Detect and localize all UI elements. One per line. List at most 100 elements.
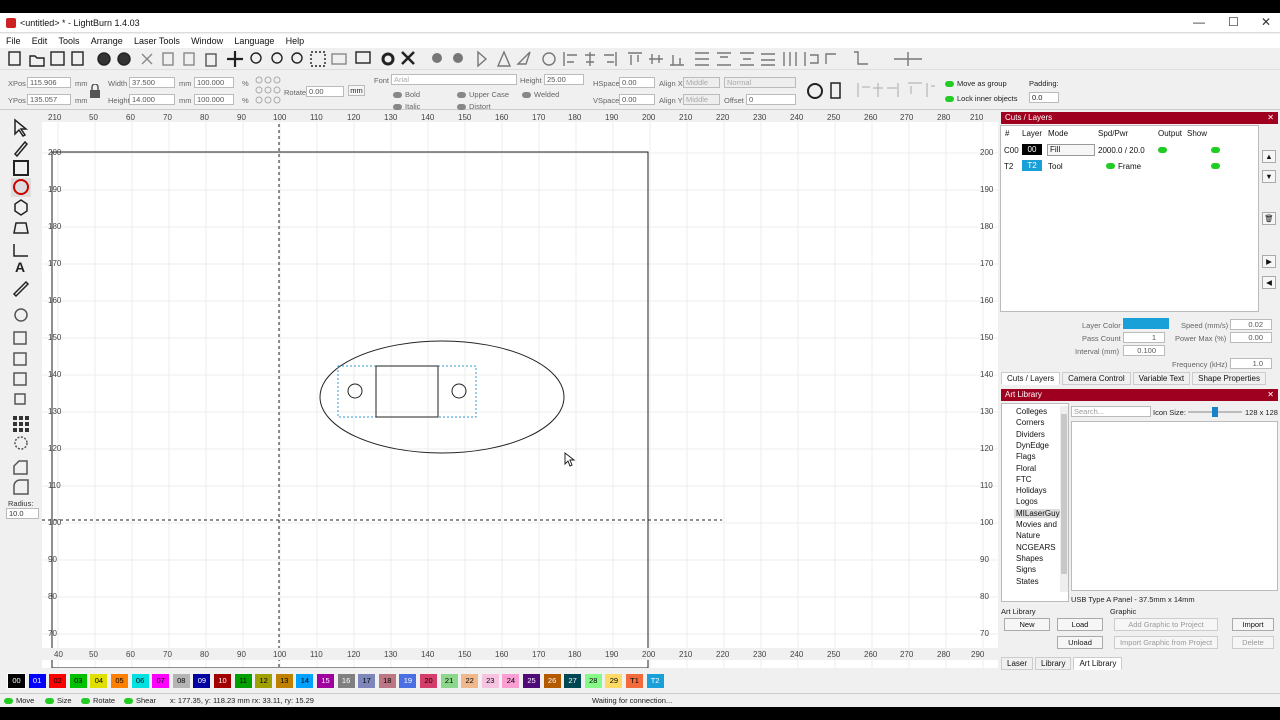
layer-color-swatch[interactable] bbox=[1123, 318, 1169, 329]
palette-swatch-14[interactable]: 14 bbox=[296, 674, 314, 688]
maximize-button[interactable]: ☐ bbox=[1228, 15, 1239, 29]
palette-swatch-03[interactable]: 03 bbox=[69, 674, 87, 688]
show-toggle[interactable] bbox=[1211, 163, 1220, 169]
menu-arrange[interactable]: Arrange bbox=[91, 34, 123, 46]
rotate-field[interactable]: 0.00 bbox=[306, 86, 344, 97]
tab-camera-control[interactable]: Camera Control bbox=[1062, 372, 1131, 385]
art-library-item[interactable]: FTC bbox=[1016, 475, 1032, 484]
height-field[interactable]: 14.000 bbox=[129, 94, 175, 105]
font-select[interactable]: Arial bbox=[391, 74, 517, 85]
art-preview-area[interactable] bbox=[1071, 421, 1278, 591]
art-library-item[interactable]: Holidays bbox=[1016, 486, 1047, 495]
align-x-select[interactable]: Middle bbox=[683, 77, 720, 88]
lock-inner-checkbox[interactable]: Lock inner objects bbox=[945, 94, 1017, 103]
palette-swatch-05[interactable]: 05 bbox=[111, 674, 128, 688]
power-max-field[interactable]: 0.00 bbox=[1230, 332, 1272, 343]
palette-swatch-08[interactable]: 08 bbox=[172, 674, 190, 688]
align-y-select[interactable]: Middle bbox=[683, 94, 720, 105]
frequency-field[interactable]: 1.0 bbox=[1230, 358, 1272, 369]
move-checkbox[interactable]: Move bbox=[4, 696, 34, 705]
palette-swatch-12[interactable]: 12 bbox=[255, 674, 273, 688]
interval-field[interactable]: 0.100 bbox=[1123, 345, 1165, 356]
art-library-item[interactable]: Signs bbox=[1016, 565, 1036, 574]
polygon-tool-icon[interactable] bbox=[14, 199, 28, 216]
tab-art-library[interactable]: Art Library bbox=[1073, 657, 1123, 670]
menu-edit[interactable]: Edit bbox=[32, 34, 48, 46]
palette-swatch-t1[interactable]: T1 bbox=[626, 674, 643, 688]
menu-file[interactable]: File bbox=[6, 34, 21, 46]
rectangle-tool-icon[interactable] bbox=[13, 160, 29, 176]
distort-checkbox[interactable]: Distort bbox=[457, 102, 491, 111]
palette-swatch-01[interactable]: 01 bbox=[28, 674, 46, 688]
weld-icon[interactable] bbox=[14, 393, 26, 405]
text-mode-select[interactable]: Normal bbox=[724, 77, 796, 88]
import-from-project-button[interactable]: Import Graphic from Project bbox=[1114, 636, 1218, 649]
load-library-button[interactable]: Load bbox=[1057, 618, 1103, 631]
new-library-button[interactable]: New bbox=[1004, 618, 1050, 631]
tab-shape-properties[interactable]: Shape Properties bbox=[1192, 372, 1266, 385]
delete-graphic-button[interactable]: Delete bbox=[1232, 636, 1274, 649]
art-library-item[interactable]: MILaserGuy bbox=[1014, 508, 1062, 518]
radius-field[interactable]: 10.0 bbox=[6, 508, 39, 519]
layer-row-t2[interactable]: T2 T2 Tool Frame bbox=[1001, 159, 1258, 173]
width-field[interactable]: 37.500 bbox=[129, 77, 175, 88]
palette-swatch-21[interactable]: 21 bbox=[440, 674, 458, 688]
boolean-intersect-icon[interactable] bbox=[13, 372, 27, 386]
tab-laser[interactable]: Laser bbox=[1001, 657, 1034, 670]
art-library-item[interactable]: Flags bbox=[1016, 452, 1036, 461]
layer-row-c00[interactable]: C00 00 Fill 2000.0 / 20.0 bbox=[1001, 143, 1258, 157]
menu-window[interactable]: Window bbox=[191, 34, 223, 46]
height-percent-field[interactable]: 100.000 bbox=[194, 94, 234, 105]
palette-swatch-11[interactable]: 11 bbox=[234, 674, 252, 688]
art-library-item[interactable]: Logos bbox=[1016, 497, 1038, 506]
palette-swatch-t2[interactable]: T2 bbox=[646, 674, 664, 688]
art-library-item[interactable]: DynEdge bbox=[1016, 441, 1049, 450]
palette-swatch-13[interactable]: 13 bbox=[275, 674, 293, 688]
art-library-item[interactable]: Floral bbox=[1016, 464, 1036, 473]
bold-checkbox[interactable]: Bold bbox=[393, 90, 420, 99]
art-library-item[interactable]: Movies and bbox=[1016, 520, 1057, 529]
art-list-scrollbar[interactable] bbox=[1060, 406, 1068, 592]
art-panel-close-icon[interactable]: ✕ bbox=[1267, 389, 1274, 401]
palette-swatch-15[interactable]: 15 bbox=[317, 674, 334, 688]
italic-checkbox[interactable]: Italic bbox=[393, 102, 420, 111]
palette-swatch-07[interactable]: 07 bbox=[152, 674, 170, 688]
canvas-svg[interactable] bbox=[42, 112, 998, 668]
palette-swatch-28[interactable]: 28 bbox=[584, 674, 602, 688]
palette-swatch-20[interactable]: 20 bbox=[420, 674, 437, 688]
import-graphic-button[interactable]: Import bbox=[1232, 618, 1274, 631]
size-checkbox[interactable]: Size bbox=[45, 696, 72, 705]
align-tools-icons[interactable] bbox=[855, 80, 935, 100]
palette-swatch-24[interactable]: 24 bbox=[502, 674, 520, 688]
menu-tools[interactable]: Tools bbox=[59, 34, 80, 46]
padding-field[interactable]: 0.0 bbox=[1029, 92, 1059, 103]
mode-select[interactable]: Fill bbox=[1047, 144, 1095, 156]
palette-swatch-17[interactable]: 17 bbox=[358, 674, 376, 688]
menu-help[interactable]: Help bbox=[286, 34, 305, 46]
palette-swatch-23[interactable]: 23 bbox=[481, 674, 499, 688]
expand-left-button[interactable]: ◀ bbox=[1262, 276, 1276, 289]
hspace-field[interactable]: 0.00 bbox=[619, 77, 655, 88]
upper-case-checkbox[interactable]: Upper Case bbox=[457, 90, 509, 99]
art-library-item[interactable]: Dividers bbox=[1016, 430, 1045, 439]
ypos-field[interactable]: 135.057 bbox=[27, 94, 71, 105]
art-search-input[interactable]: Search... bbox=[1071, 406, 1151, 417]
cuts-panel-close-icon[interactable]: ✕ bbox=[1267, 112, 1274, 124]
art-library-item[interactable]: Colleges bbox=[1016, 407, 1047, 416]
output-toggle[interactable] bbox=[1158, 147, 1167, 153]
delete-layer-icon[interactable]: 🗑 bbox=[1262, 212, 1276, 225]
palette-swatch-22[interactable]: 22 bbox=[461, 674, 479, 688]
move-layer-up-button[interactable]: ▲ bbox=[1262, 150, 1276, 163]
add-graphic-button[interactable]: Add Graphic to Project bbox=[1114, 618, 1218, 631]
boolean-union-icon[interactable] bbox=[13, 331, 27, 345]
palette-swatch-06[interactable]: 06 bbox=[131, 674, 149, 688]
palette-swatch-04[interactable]: 04 bbox=[90, 674, 108, 688]
palette-swatch-18[interactable]: 18 bbox=[378, 674, 396, 688]
circular-array-icon[interactable] bbox=[14, 436, 28, 450]
palette-swatch-29[interactable]: 29 bbox=[605, 674, 623, 688]
menu-language[interactable]: Language bbox=[234, 34, 274, 46]
palette-swatch-19[interactable]: 19 bbox=[399, 674, 417, 688]
offset-icon[interactable] bbox=[14, 308, 28, 322]
anchor-grid-icon[interactable] bbox=[254, 75, 282, 107]
laser-icons[interactable] bbox=[806, 81, 846, 101]
